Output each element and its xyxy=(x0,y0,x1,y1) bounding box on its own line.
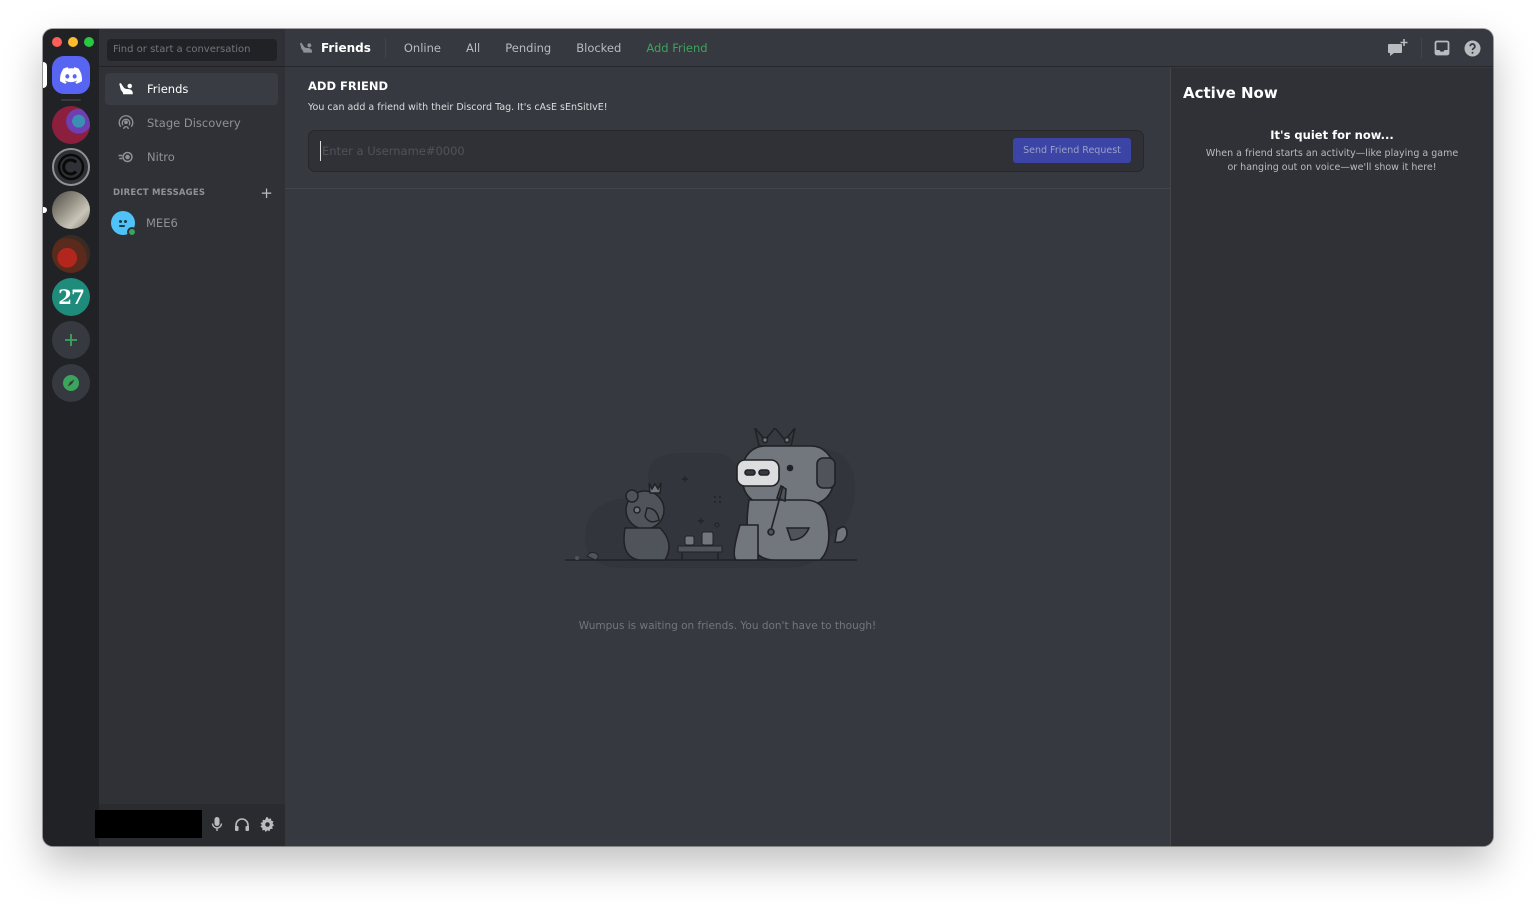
window-controls xyxy=(52,37,94,47)
send-friend-request-button[interactable]: Send Friend Request xyxy=(1013,138,1131,163)
search-bar xyxy=(99,29,285,67)
online-status-badge xyxy=(127,227,137,237)
user-controls xyxy=(209,815,275,833)
direct-messages-header: DIRECT MESSAGES + xyxy=(113,186,273,201)
server-icon-text: 27 xyxy=(58,285,85,309)
friends-icon xyxy=(300,42,312,53)
sidebar-item-friends[interactable]: Friends xyxy=(105,73,278,105)
add-friend-section: ADD FRIEND You can add a friend with the… xyxy=(285,68,1170,189)
help-icon[interactable] xyxy=(1464,40,1481,57)
avatar-mouth xyxy=(119,225,125,227)
add-friend-form: Send Friend Request xyxy=(308,130,1144,172)
nitro-icon xyxy=(118,151,133,163)
dm-username: MEE6 xyxy=(146,216,178,230)
find-conversation-input[interactable] xyxy=(107,38,277,61)
avatar-eye xyxy=(124,220,127,223)
tab-all[interactable]: All xyxy=(462,39,484,57)
page-title-text: Friends xyxy=(321,40,371,55)
rail-separator xyxy=(61,99,81,101)
friends-topbar: Friends Online All Pending Blocked Add F… xyxy=(285,29,1493,67)
topbar-divider xyxy=(1421,38,1422,58)
add-server-button[interactable] xyxy=(52,321,90,359)
direct-messages-label: DIRECT MESSAGES xyxy=(113,188,206,198)
add-friend-title: ADD FRIEND xyxy=(308,79,389,93)
dm-sidebar: Friends Stage Discovery Nitro DIRECT MES… xyxy=(95,29,285,846)
username-input[interactable] xyxy=(320,141,1010,161)
close-window-button[interactable] xyxy=(52,37,62,47)
microphone-icon[interactable] xyxy=(209,815,225,833)
user-panel xyxy=(95,804,285,846)
tab-blocked[interactable]: Blocked xyxy=(572,39,625,57)
add-friend-description: You can add a friend with their Discord … xyxy=(308,102,608,113)
active-now-title: Active Now xyxy=(1183,84,1278,102)
copyright-symbol-icon xyxy=(57,153,85,181)
dm-list-item[interactable]: MEE6 xyxy=(105,207,278,239)
sidebar-item-stage-discovery[interactable]: Stage Discovery xyxy=(105,107,278,139)
server-rail: 27 xyxy=(43,29,99,846)
page-title: Friends xyxy=(297,37,386,58)
compass-icon xyxy=(63,375,79,391)
friends-icon xyxy=(119,83,133,95)
server-icon-4[interactable] xyxy=(52,235,90,273)
sidebar-item-label: Friends xyxy=(147,82,189,96)
wumpus-waiting-illustration xyxy=(565,428,857,568)
home-button[interactable] xyxy=(52,56,90,94)
stage-icon xyxy=(118,115,134,130)
active-now-subtitle: It's quiet for now... xyxy=(1270,128,1394,142)
main-panel: Friends Online All Pending Blocked Add F… xyxy=(285,29,1493,846)
server-icon-2[interactable] xyxy=(52,148,90,186)
sidebar-item-label: Stage Discovery xyxy=(147,116,241,130)
explore-servers-button[interactable] xyxy=(52,364,90,402)
settings-gear-icon[interactable] xyxy=(259,815,275,833)
sidebar-item-label: Nitro xyxy=(147,150,175,164)
avatar-eye xyxy=(119,220,122,223)
tab-add-friend[interactable]: Add Friend xyxy=(642,39,711,57)
active-now-description: When a friend starts an activity—like pl… xyxy=(1205,148,1459,173)
tab-online[interactable]: Online xyxy=(400,39,445,57)
server-icon-3[interactable] xyxy=(52,191,90,229)
unread-indicator xyxy=(43,207,47,213)
new-group-dm-icon[interactable] xyxy=(1387,38,1409,58)
empty-state-caption: Wumpus is waiting on friends. You don't … xyxy=(578,620,877,632)
selected-server-indicator xyxy=(43,62,47,88)
server-icon-5[interactable]: 27 xyxy=(52,278,90,316)
maximize-window-button[interactable] xyxy=(84,37,94,47)
plus-icon xyxy=(65,334,77,346)
topbar-actions xyxy=(1387,38,1481,58)
redacted-user-info xyxy=(95,810,202,838)
discord-logo-icon xyxy=(60,66,82,84)
discord-window: 27 Friends Stage Discovery xyxy=(43,29,1493,846)
create-dm-button[interactable]: + xyxy=(260,186,273,201)
tab-pending[interactable]: Pending xyxy=(501,39,555,57)
server-icon-1[interactable] xyxy=(52,106,90,144)
avatar xyxy=(111,211,137,237)
headphones-icon[interactable] xyxy=(234,815,250,833)
active-now-panel: Active Now It's quiet for now... When a … xyxy=(1170,68,1493,846)
minimize-window-button[interactable] xyxy=(68,37,78,47)
inbox-icon[interactable] xyxy=(1434,40,1450,56)
sidebar-item-nitro[interactable]: Nitro xyxy=(105,141,278,173)
add-friend-content: ADD FRIEND You can add a friend with the… xyxy=(285,68,1170,846)
